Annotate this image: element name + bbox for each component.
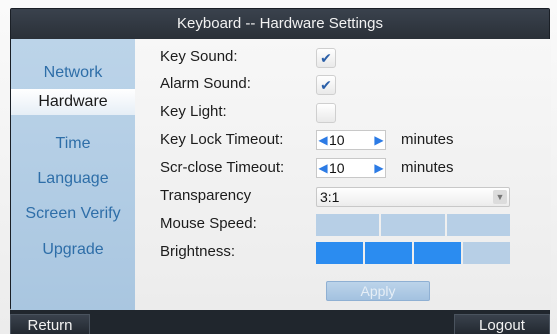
key-lock-timeout-label: Key Lock Timeout: xyxy=(160,131,284,148)
level-segment xyxy=(381,214,445,236)
level-segment xyxy=(316,214,380,236)
sidebar-item-screen-verify[interactable]: Screen Verify xyxy=(15,201,131,227)
scr-close-timeout-value: 10 xyxy=(329,160,345,176)
key-lock-timeout-value: 10 xyxy=(329,132,345,148)
settings-panel: Key Sound: ✔ Alarm Sound: ✔ Key Light: ✔… xyxy=(135,39,551,311)
transparency-select[interactable]: 3:1 ▼ xyxy=(316,187,510,207)
sidebar-item-network[interactable]: Network xyxy=(15,60,131,86)
level-segment xyxy=(316,242,363,264)
checkmark-icon: ✔ xyxy=(320,49,332,66)
scr-close-timeout-label: Scr-close Timeout: xyxy=(160,159,285,176)
window-title: Keyboard -- Hardware Settings xyxy=(11,9,549,39)
level-segment xyxy=(463,242,510,264)
mouse-speed-slider[interactable] xyxy=(316,214,510,236)
arrow-right-icon[interactable]: ▶ xyxy=(373,159,385,177)
settings-window: Keyboard -- Hardware Settings Network Ha… xyxy=(10,8,551,311)
chevron-down-icon: ▼ xyxy=(493,190,507,204)
key-lock-timeout-spinner[interactable]: ◀ 10 ▶ xyxy=(316,130,386,150)
sidebar-item-upgrade[interactable]: Upgrade xyxy=(15,237,131,263)
level-segment xyxy=(365,242,412,264)
alarm-sound-checkbox[interactable]: ✔ xyxy=(316,75,336,95)
return-button[interactable]: Return xyxy=(10,314,90,334)
key-light-label: Key Light: xyxy=(160,103,227,120)
footer-bar: Return Logout xyxy=(10,310,550,334)
level-segment xyxy=(446,214,510,236)
key-sound-checkbox[interactable]: ✔ xyxy=(316,48,336,68)
scr-close-timeout-spinner[interactable]: ◀ 10 ▶ xyxy=(316,158,386,178)
transparency-value: 3:1 xyxy=(320,189,340,205)
sidebar-item-language[interactable]: Language xyxy=(15,166,131,192)
apply-button[interactable]: Apply xyxy=(326,281,430,301)
mouse-speed-label: Mouse Speed: xyxy=(160,215,257,232)
level-segment xyxy=(414,242,461,264)
brightness-slider[interactable] xyxy=(316,242,510,264)
sidebar-item-time[interactable]: Time xyxy=(15,131,131,157)
arrow-left-icon[interactable]: ◀ xyxy=(317,131,329,149)
sidebar: Network Hardware Time Language Screen Ve… xyxy=(11,39,135,311)
transparency-label: Transparency xyxy=(160,187,252,204)
brightness-label: Brightness: xyxy=(160,243,236,260)
arrow-left-icon[interactable]: ◀ xyxy=(317,159,329,177)
scr-close-timeout-unit: minutes xyxy=(401,159,454,176)
alarm-sound-label: Alarm Sound: xyxy=(160,75,251,92)
checkmark-icon: ✔ xyxy=(320,76,332,93)
sidebar-item-hardware[interactable]: Hardware xyxy=(11,89,135,115)
key-light-checkbox[interactable]: ✔ xyxy=(316,103,336,123)
key-lock-timeout-unit: minutes xyxy=(401,131,454,148)
arrow-right-icon[interactable]: ▶ xyxy=(373,131,385,149)
logout-button[interactable]: Logout xyxy=(454,314,550,334)
key-sound-label: Key Sound: xyxy=(160,48,238,65)
